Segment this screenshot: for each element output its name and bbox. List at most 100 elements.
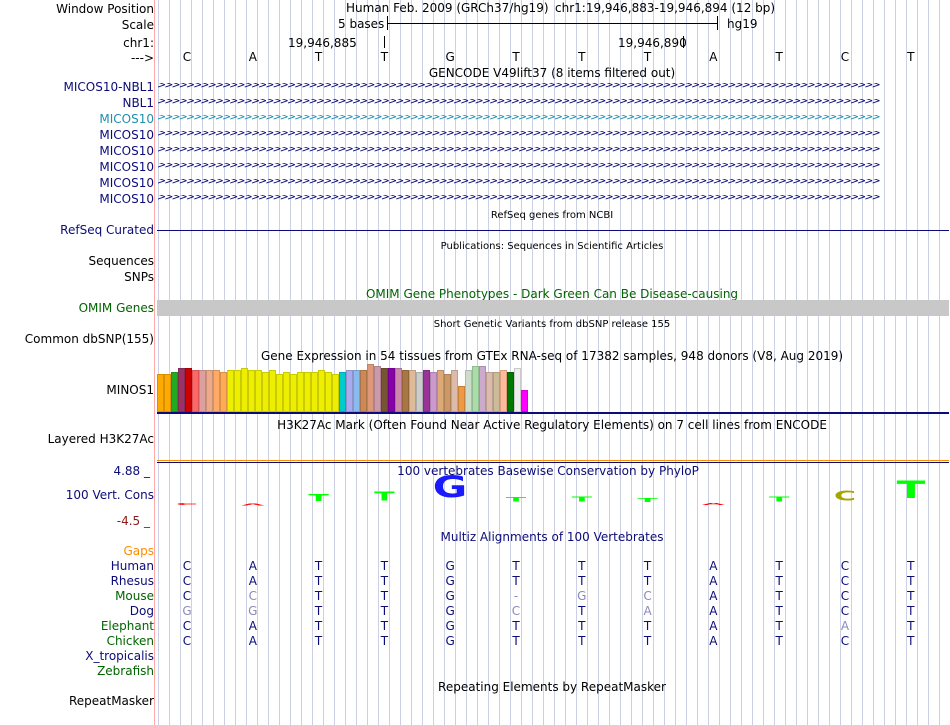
gtex-tissue-bar[interactable] bbox=[157, 374, 164, 412]
species-label[interactable]: Dog bbox=[130, 604, 154, 618]
phylop-label[interactable]: 100 Vert. Cons bbox=[66, 488, 154, 502]
gtex-tissue-bar[interactable] bbox=[206, 370, 213, 412]
gtex-tissue-bar[interactable] bbox=[437, 370, 444, 412]
gencode-track-title[interactable]: GENCODE V49lift37 (8 items filtered out) bbox=[429, 66, 675, 80]
gencode-transcript-feature[interactable]: >>>>>>>>>>>>>>>>>>>>>>>>>>>>>>>>>>>>>>>>… bbox=[157, 99, 949, 107]
gtex-tissue-bar[interactable] bbox=[213, 370, 220, 412]
gtex-tissue-bar[interactable] bbox=[304, 372, 311, 412]
gtex-gene-label[interactable]: MINOS1 bbox=[106, 383, 154, 397]
gencode-transcript-label[interactable]: MICOS10 bbox=[99, 112, 154, 126]
chr-label[interactable]: chr1: bbox=[123, 36, 154, 50]
gtex-tissue-bar[interactable] bbox=[227, 370, 234, 412]
gtex-tissue-bar[interactable] bbox=[234, 370, 241, 412]
gencode-transcript-feature[interactable]: >>>>>>>>>>>>>>>>>>>>>>>>>>>>>>>>>>>>>>>>… bbox=[157, 83, 949, 91]
gencode-transcript-label[interactable]: MICOS10 bbox=[99, 160, 154, 174]
gaps-label[interactable]: Gaps bbox=[123, 544, 154, 558]
gtex-tissue-bar[interactable] bbox=[381, 368, 388, 412]
species-label[interactable]: Zebrafish bbox=[97, 664, 154, 678]
gtex-tissue-bar[interactable] bbox=[367, 364, 374, 412]
gtex-tissue-bar[interactable] bbox=[262, 372, 269, 412]
gencode-transcript-feature[interactable]: >>>>>>>>>>>>>>>>>>>>>>>>>>>>>>>>>>>>>>>>… bbox=[157, 179, 949, 187]
gtex-tissue-bar[interactable] bbox=[430, 372, 437, 412]
gencode-transcript-feature[interactable]: >>>>>>>>>>>>>>>>>>>>>>>>>>>>>>>>>>>>>>>>… bbox=[157, 115, 949, 123]
common-dbsnp-label[interactable]: Common dbSNP(155) bbox=[25, 332, 154, 346]
gencode-transcript-label[interactable]: MICOS10 bbox=[99, 128, 154, 142]
gtex-tissue-bar[interactable] bbox=[276, 374, 283, 412]
gtex-tissue-bar[interactable] bbox=[374, 366, 381, 412]
snps-label[interactable]: SNPs bbox=[124, 270, 154, 284]
gtex-tissue-bar[interactable] bbox=[465, 370, 472, 412]
gtex-tissue-bar[interactable] bbox=[318, 370, 325, 412]
multiz-track-title[interactable]: Multiz Alignments of 100 Vertebrates bbox=[440, 530, 663, 544]
omim-genes-label[interactable]: OMIM Genes bbox=[79, 301, 154, 315]
gencode-transcript-label[interactable]: MICOS10 bbox=[99, 176, 154, 190]
gtex-tissue-bar[interactable] bbox=[444, 374, 451, 412]
layered-h3k27ac-label[interactable]: Layered H3K27Ac bbox=[48, 432, 154, 446]
gtex-tissue-bar[interactable] bbox=[353, 370, 360, 412]
gencode-transcript-label[interactable]: MICOS10-NBL1 bbox=[64, 80, 154, 94]
window-position-label[interactable]: Window Position bbox=[56, 2, 154, 16]
repeatmasker-track-title[interactable]: Repeating Elements by RepeatMasker bbox=[438, 680, 666, 694]
gtex-tissue-bar[interactable] bbox=[325, 372, 332, 412]
gencode-transcript-label[interactable]: MICOS10 bbox=[99, 192, 154, 206]
gtex-tissue-bar[interactable] bbox=[521, 390, 528, 412]
gtex-tissue-bar[interactable] bbox=[388, 368, 395, 412]
gtex-tissue-bar[interactable] bbox=[332, 374, 339, 412]
strand-label[interactable]: ---> bbox=[131, 51, 154, 65]
gtex-tissue-bar[interactable] bbox=[171, 372, 178, 412]
species-label[interactable]: Human bbox=[111, 559, 154, 573]
species-label[interactable]: X_tropicalis bbox=[85, 649, 154, 663]
gtex-tissue-bar[interactable] bbox=[500, 370, 507, 412]
label-divider[interactable] bbox=[154, 0, 155, 725]
gencode-transcript-label[interactable]: NBL1 bbox=[122, 96, 154, 110]
gtex-tissue-bar[interactable] bbox=[185, 368, 192, 412]
gtex-tissue-bar[interactable] bbox=[360, 370, 367, 412]
gtex-tissue-bar[interactable] bbox=[199, 370, 206, 412]
species-label[interactable]: Rhesus bbox=[111, 574, 154, 588]
gtex-tissue-bar[interactable] bbox=[507, 372, 514, 412]
sequences-label[interactable]: Sequences bbox=[89, 254, 154, 268]
gtex-tissue-bar[interactable] bbox=[416, 372, 423, 412]
gencode-transcript-feature[interactable]: >>>>>>>>>>>>>>>>>>>>>>>>>>>>>>>>>>>>>>>>… bbox=[157, 147, 949, 155]
gtex-tissue-bar[interactable] bbox=[255, 370, 262, 412]
gtex-tissue-bar[interactable] bbox=[339, 372, 346, 412]
gtex-tissue-bar[interactable] bbox=[493, 372, 500, 412]
gtex-tissue-bar[interactable] bbox=[164, 374, 171, 412]
gtex-tissue-bar[interactable] bbox=[409, 370, 416, 412]
gtex-tissue-bar[interactable] bbox=[192, 370, 199, 412]
gtex-tissue-bar[interactable] bbox=[423, 370, 430, 412]
gtex-tissue-bar[interactable] bbox=[402, 370, 409, 412]
gtex-tissue-bar[interactable] bbox=[311, 372, 318, 412]
gtex-tissue-bar[interactable] bbox=[458, 386, 465, 412]
gtex-tissue-bar[interactable] bbox=[472, 366, 479, 412]
gtex-tissue-bar[interactable] bbox=[283, 372, 290, 412]
repeatmasker-label[interactable]: RepeatMasker bbox=[69, 694, 154, 708]
publications-track-title[interactable]: Publications: Sequences in Scientific Ar… bbox=[441, 241, 664, 252]
gtex-tissue-bar[interactable] bbox=[514, 368, 521, 412]
gencode-transcript-feature[interactable]: >>>>>>>>>>>>>>>>>>>>>>>>>>>>>>>>>>>>>>>>… bbox=[157, 131, 949, 139]
gtex-tissue-bar[interactable] bbox=[248, 370, 255, 412]
species-label[interactable]: Chicken bbox=[107, 634, 154, 648]
gencode-transcript-feature[interactable]: >>>>>>>>>>>>>>>>>>>>>>>>>>>>>>>>>>>>>>>>… bbox=[157, 195, 949, 203]
gtex-tissue-bar[interactable] bbox=[479, 366, 486, 412]
gtex-tissue-bar[interactable] bbox=[395, 368, 402, 412]
refseq-curated-label[interactable]: RefSeq Curated bbox=[60, 223, 154, 237]
omim-gene-bar[interactable] bbox=[157, 300, 949, 316]
gtex-expression-bars[interactable] bbox=[157, 364, 537, 412]
gtex-tissue-bar[interactable] bbox=[297, 372, 304, 412]
refseq-track-title[interactable]: RefSeq genes from NCBI bbox=[491, 210, 613, 221]
gtex-tissue-bar[interactable] bbox=[220, 372, 227, 412]
gtex-track-title[interactable]: Gene Expression in 54 tissues from GTEx … bbox=[261, 349, 843, 363]
gtex-tissue-bar[interactable] bbox=[290, 374, 297, 412]
h3k27ac-track-title[interactable]: H3K27Ac Mark (Often Found Near Active Re… bbox=[277, 418, 827, 432]
scale-label[interactable]: Scale bbox=[122, 18, 154, 32]
species-label[interactable]: Elephant bbox=[101, 619, 154, 633]
gtex-tissue-bar[interactable] bbox=[269, 370, 276, 412]
gtex-tissue-bar[interactable] bbox=[486, 372, 493, 412]
dbsnp-track-title[interactable]: Short Genetic Variants from dbSNP releas… bbox=[434, 319, 671, 330]
gtex-tissue-bar[interactable] bbox=[241, 368, 248, 412]
gtex-tissue-bar[interactable] bbox=[346, 370, 353, 412]
gtex-tissue-bar[interactable] bbox=[178, 368, 185, 412]
omim-track-title[interactable]: OMIM Gene Phenotypes - Dark Green Can Be… bbox=[366, 287, 738, 301]
gtex-tissue-bar[interactable] bbox=[451, 370, 458, 412]
